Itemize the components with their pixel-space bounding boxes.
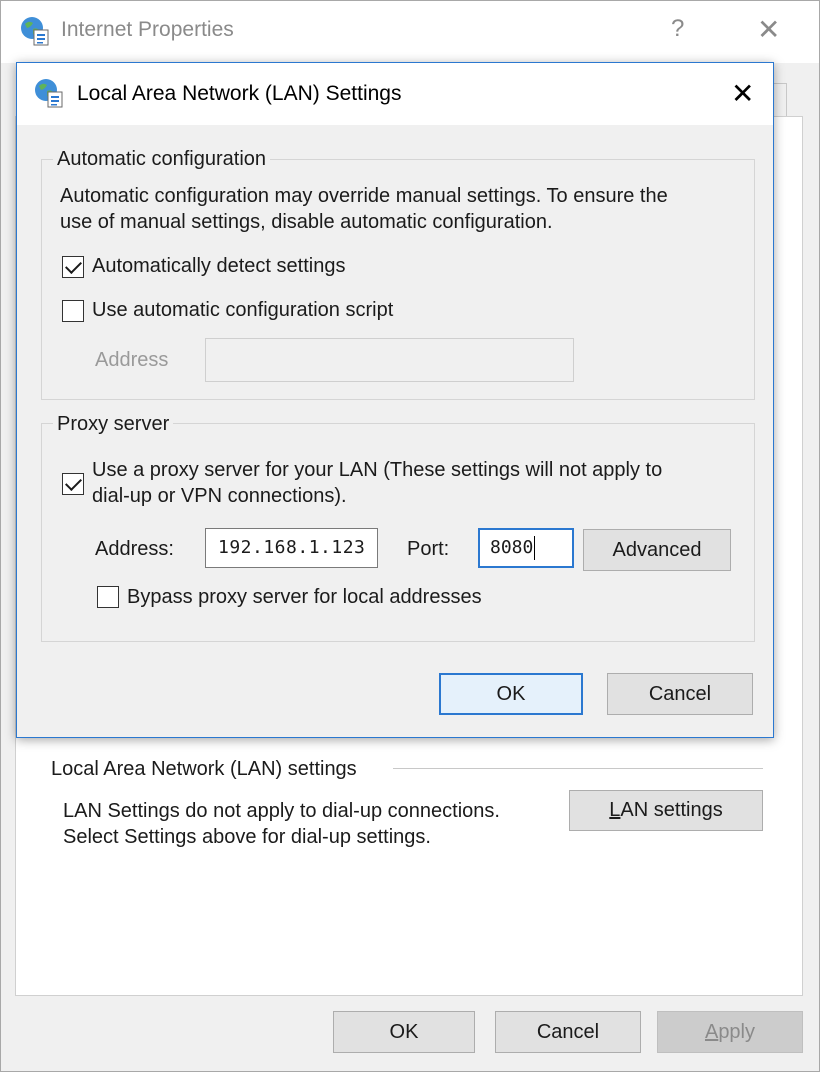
dialog-ok-button[interactable]: OK [439,673,583,715]
proxy-address-label: Address: [95,538,174,560]
auto-config-address-label: Address [95,349,169,371]
bypass-local-checkbox[interactable] [97,586,119,608]
close-icon[interactable]: ✕ [757,13,780,46]
bypass-local-label[interactable]: Bypass proxy server for local addresses [127,586,482,609]
check-mark [65,257,82,274]
use-proxy-checkbox[interactable] [62,473,84,495]
auto-config-address-field[interactable] [205,338,574,382]
lan-settings-button[interactable]: LAN settings [569,790,763,831]
parent-title-bar: Internet Properties ? ✕ [1,1,819,63]
auto-config-description-1: Automatic configuration may override man… [60,185,668,207]
lan-group-divider [393,768,763,769]
parent-ok-button[interactable]: OK [333,1011,475,1053]
use-proxy-label-line-1[interactable]: Use a proxy server for your LAN (These s… [92,459,662,482]
auto-detect-checkbox[interactable] [62,256,84,278]
close-icon[interactable]: ✕ [731,77,754,110]
lan-group-title: Local Area Network (LAN) settings [51,758,365,781]
apply-button[interactable]: Apply [657,1011,803,1053]
lan-settings-accel: L [609,799,621,821]
lan-description-line-2: Select Settings above for dial-up settin… [63,826,431,848]
globe-settings-icon [35,79,63,108]
dialog-cancel-button[interactable]: Cancel [607,673,753,715]
help-icon[interactable]: ? [671,15,684,43]
apply-accel: A [704,1021,719,1043]
lan-description-line-1: LAN Settings do not apply to dial-up con… [63,800,500,822]
automatic-configuration-title: Automatic configuration [53,148,271,171]
text-caret [534,536,536,560]
lan-settings-label: AN settings [620,799,723,821]
advanced-button[interactable]: Advanced [583,529,731,571]
parent-window-title: Internet Properties [61,18,234,41]
dialog-title-bar: Local Area Network (LAN) Settings ✕ [17,63,773,125]
proxy-port-value: 8080 [490,537,534,558]
check-mark [65,474,82,491]
parent-cancel-button[interactable]: Cancel [495,1011,641,1053]
use-proxy-label-line-2[interactable]: dial-up or VPN connections). [92,485,347,508]
apply-label: pply [718,1021,756,1043]
lan-settings-dialog: Local Area Network (LAN) Settings ✕ Auto… [16,62,774,738]
auto-config-script-checkbox[interactable] [62,300,84,322]
auto-config-script-label[interactable]: Use automatic configuration script [92,299,393,322]
proxy-server-title: Proxy server [53,413,174,436]
proxy-port-field[interactable]: 8080 [478,528,574,568]
auto-config-description-2: use of manual settings, disable automati… [60,211,553,233]
auto-detect-label[interactable]: Automatically detect settings [92,255,345,278]
proxy-address-field[interactable]: 192.168.1.123 [205,528,378,568]
dialog-title: Local Area Network (LAN) Settings [77,82,402,105]
proxy-port-label: Port: [407,538,450,560]
globe-settings-icon [21,17,49,46]
